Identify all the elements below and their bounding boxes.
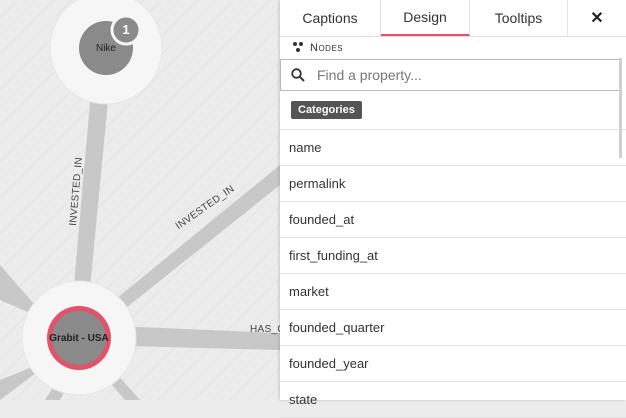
- panel-tabs: Captions Design Tooltips ✕: [280, 0, 626, 37]
- tab-design[interactable]: Design: [381, 0, 470, 36]
- property-search-input[interactable]: [315, 66, 599, 84]
- grabit-node-label: Grabit - USA: [49, 333, 109, 344]
- property-list: name permalink founded_at first_funding_…: [280, 130, 626, 418]
- section-title-label: Nodes: [310, 42, 344, 54]
- search-icon: [291, 68, 305, 82]
- category-row: Categories: [280, 91, 626, 130]
- property-item-founded-at[interactable]: founded_at: [280, 202, 626, 238]
- property-item-first-funding-at[interactable]: first_funding_at: [280, 238, 626, 274]
- nike-node-badge-count: 1: [122, 22, 130, 37]
- section-title-nodes: Nodes: [280, 37, 626, 59]
- property-item-state[interactable]: state: [280, 382, 626, 418]
- nodes-icon: [292, 42, 306, 54]
- tab-tooltips[interactable]: Tooltips: [470, 0, 568, 36]
- property-item-founded-year[interactable]: founded_year: [280, 346, 626, 382]
- property-search[interactable]: [280, 59, 621, 91]
- property-item-market[interactable]: market: [280, 274, 626, 310]
- property-item-founded-quarter[interactable]: founded_quarter: [280, 310, 626, 346]
- close-icon[interactable]: ✕: [568, 0, 626, 36]
- panel-scrollbar[interactable]: [619, 58, 622, 158]
- property-item-permalink[interactable]: permalink: [280, 166, 626, 202]
- tab-captions[interactable]: Captions: [280, 0, 381, 36]
- category-badge[interactable]: Categories: [291, 101, 362, 119]
- property-item-name[interactable]: name: [280, 130, 626, 166]
- design-panel: Captions Design Tooltips ✕ Nodes Categor…: [280, 0, 626, 418]
- nike-node-label: Nike: [95, 43, 116, 54]
